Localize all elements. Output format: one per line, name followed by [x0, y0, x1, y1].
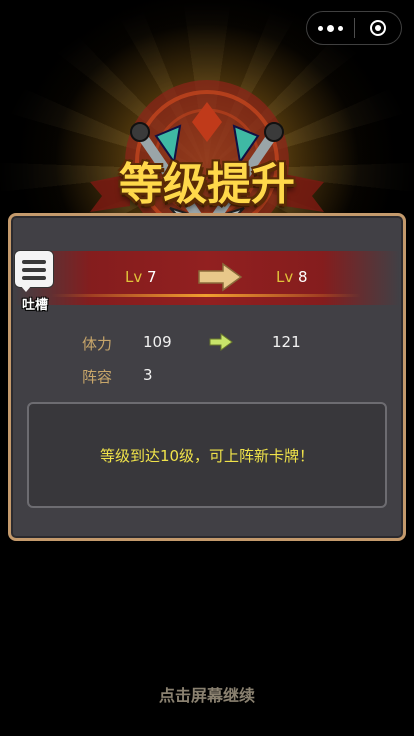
message-box: 等级到达10级，可上阵新卡牌！ [27, 402, 387, 508]
feedback-button[interactable]: 吐槽 [12, 250, 58, 313]
close-target-icon[interactable] [355, 12, 401, 44]
level-up-panel: Lv 7 Lv 8 体力 109 121 阵容 3 等级到达10级，可上阵新卡牌… [8, 213, 406, 541]
stamina-arrow-icon [209, 333, 233, 351]
unlock-message: 等级到达10级，可上阵新卡牌！ [99, 446, 315, 465]
tap-to-continue[interactable]: 点击屏幕继续 [0, 682, 414, 706]
feedback-label: 吐槽 [21, 298, 48, 313]
stamina-old-value: 109 [143, 333, 172, 351]
new-level: Lv 8 [276, 268, 308, 286]
lineup-value: 3 [143, 366, 153, 384]
level-arrow-icon [198, 262, 243, 292]
new-level-value: 8 [298, 268, 308, 286]
feedback-chat-icon [14, 250, 54, 288]
level-divider [51, 294, 361, 297]
stamina-label: 体力 [82, 335, 113, 353]
miniprogram-capsule [306, 11, 402, 45]
old-level: Lv 7 [125, 268, 157, 286]
old-level-value: 7 [147, 268, 157, 286]
more-dots-icon[interactable] [307, 12, 354, 44]
stamina-new-value: 121 [272, 333, 301, 351]
new-level-prefix: Lv [276, 268, 294, 286]
old-level-prefix: Lv [125, 268, 143, 286]
level-up-title: 等级提升 [119, 159, 295, 210]
lineup-label: 阵容 [82, 368, 113, 386]
